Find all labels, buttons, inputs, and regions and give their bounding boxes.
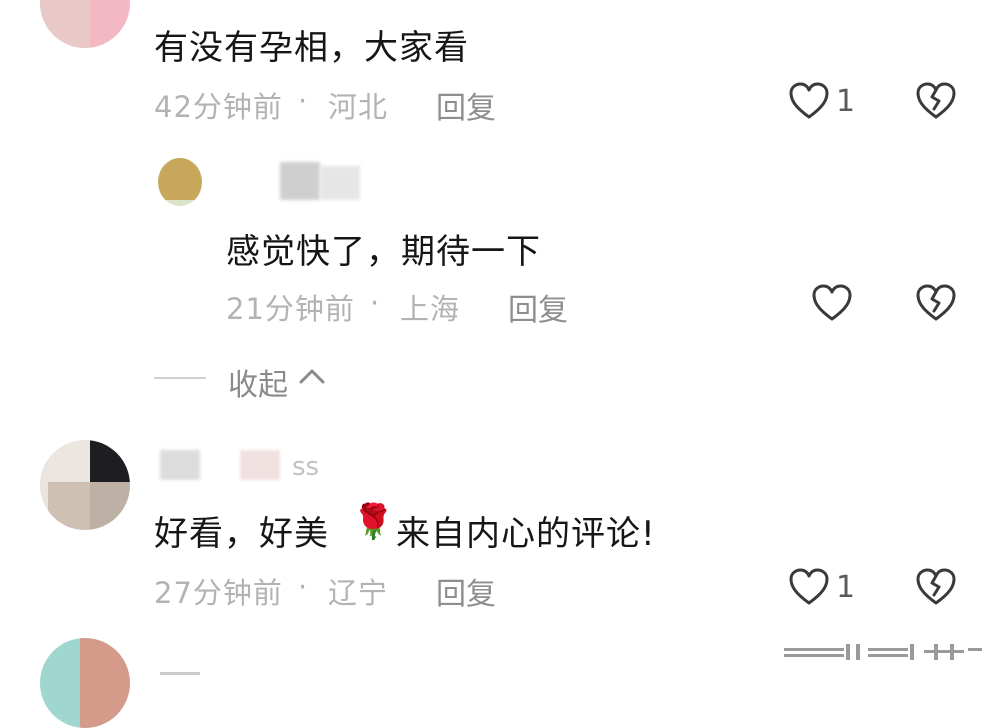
meta-separator: · [298,84,309,118]
broken-heart-icon[interactable] [916,284,956,322]
comment-location: 河北 [328,90,389,124]
avatar[interactable] [40,440,130,530]
username-redacted [160,672,200,675]
meta-separator: · [298,570,309,604]
username-redacted [320,166,360,200]
reply-button[interactable]: 回复 [436,83,496,127]
comment-text: 有没有孕相，大家看 [154,28,469,68]
comment-text: 感觉快了，期待一下 [226,232,541,272]
divider-line [154,377,206,379]
heart-outline-icon[interactable] [812,284,852,322]
comment-time: 27分钟前 [154,576,283,610]
avatar[interactable] [158,158,202,206]
like-count: 1 [836,84,856,119]
comment-time: 42分钟前 [154,90,283,124]
comment-text-end: 来自内心的评论! [396,514,656,554]
broken-heart-icon[interactable] [916,568,956,606]
chevron-up-icon[interactable] [298,366,326,386]
username-suffix[interactable]: ss [292,452,319,482]
reply-button[interactable]: 回复 [508,285,568,329]
comment-text-start: 好看，好美 [154,514,329,554]
broken-heart-icon[interactable] [916,82,956,120]
comment-location: 辽宁 [328,576,389,610]
heart-outline-icon[interactable] [789,568,829,606]
like-count: 1 [836,570,856,605]
watermark [784,640,984,664]
collapse-button[interactable]: 收起 [228,360,288,404]
rose-icon: 🌹 [352,502,395,542]
username-redacted [280,162,320,200]
comment-time: 21分钟前 [226,292,355,326]
avatar[interactable] [40,638,130,728]
meta-separator: · [370,286,381,320]
heart-outline-icon[interactable] [789,82,829,120]
reply-button[interactable]: 回复 [436,569,496,613]
username-redacted [160,450,200,480]
username-redacted [240,450,280,480]
comment-location: 上海 [400,292,461,326]
avatar[interactable] [40,0,130,48]
